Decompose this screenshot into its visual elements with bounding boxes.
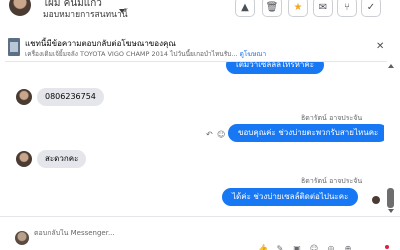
close-icon[interactable]: ✕ (376, 41, 384, 52)
reply-input[interactable] (34, 229, 234, 237)
seen-avatar (372, 196, 380, 204)
page-avatar (15, 231, 29, 245)
ad-thumbnail[interactable] (8, 38, 20, 56)
gif-icon[interactable]: ▣ (292, 244, 302, 250)
sender-name: ธิดารัตน์ อาจประจัน (301, 177, 363, 185)
view-ad-link[interactable]: ดูโฆษณา (240, 50, 267, 58)
mail-button[interactable]: ✉ (313, 0, 333, 17)
outgoing-message[interactable]: ขอบคุณค่ะ ช่วงบ่ายตะพวกรับสายไหนคะ (228, 124, 384, 142)
more-icon[interactable]: ⊕ (343, 244, 353, 250)
scroll-down-icon[interactable] (388, 209, 394, 213)
message-list[interactable]: เต็มวาเซลล์ล์ไทรหาคะ 0806236754 ธิดารัตน… (0, 62, 384, 214)
attachment-icon[interactable]: ✎ (275, 244, 285, 250)
warning-icon: ▲ (241, 1, 249, 13)
outgoing-message[interactable]: เต็มวาเซลล์ล์ไทรหาคะ (226, 62, 325, 74)
assign-conversation-label[interactable]: มอบหมายการสนทนานี้ (43, 7, 128, 21)
contact-avatar-small (16, 151, 32, 167)
conversation-header: ไผ่ม คนมีแกว มอบหมายการสนทนานี้ ▲ 🗑 ★ ✉ … (0, 0, 400, 30)
done-button[interactable]: ✓ (361, 0, 381, 17)
thumbs-up-icon[interactable]: 👍 (258, 244, 268, 250)
messenger-conversation: ไผ่ม คนมีแกว มอบหมายการสนทนานี้ ▲ 🗑 ★ ✉ … (0, 0, 400, 250)
composer-toolbar: 👍 ✎ ▣ ☺ ◎ ⊕ (258, 244, 353, 250)
message-composer: 👍 ✎ ▣ ☺ ◎ ⊕ (0, 216, 400, 250)
message-scrollbar[interactable] (384, 62, 400, 214)
tag-icon: ⑂ (344, 1, 350, 13)
incoming-message[interactable]: สะดวกคะ (37, 150, 87, 168)
delete-button[interactable]: 🗑 (262, 0, 282, 17)
chevron-down-icon[interactable] (119, 9, 125, 13)
contact-avatar[interactable] (9, 0, 31, 16)
outgoing-message[interactable]: ได้ค่ะ ช่วงบ่ายเซลล์ติดต่อไปนะคะ (222, 188, 359, 206)
emoji-icon[interactable]: ☺ (309, 244, 319, 250)
star-button[interactable]: ★ (288, 0, 308, 17)
notification-dot (385, 245, 389, 249)
ad-reply-banner: แชทนี้มีข้อความตอบกลับต่อโฆษณาของคุณ เคร… (5, 34, 387, 62)
emoji-react-icon[interactable]: ☺ (217, 130, 225, 139)
sender-name: ธิดารัตน์ อาจประจัน (301, 114, 363, 122)
reply-icon[interactable]: ↶ (206, 130, 213, 139)
alert-button[interactable]: ▲ (235, 0, 255, 17)
mail-icon: ✉ (318, 1, 328, 13)
label-button[interactable]: ⑂ (337, 0, 357, 17)
check-icon: ✓ (366, 1, 376, 13)
banner-subtitle: เครื่องเดิมเจ้ยิ้มจลัง TOYOTA VIGO CHAMP… (25, 49, 266, 59)
trash-icon: 🗑 (265, 1, 279, 13)
contact-avatar-small (16, 89, 32, 105)
star-icon: ★ (293, 1, 303, 13)
scrollbar-thumb[interactable] (387, 188, 394, 208)
ad-description: เครื่องเดิมเจ้ยิ้มจลัง TOYOTA VIGO CHAMP… (25, 50, 238, 58)
camera-icon[interactable]: ◎ (326, 244, 336, 250)
scroll-up-icon[interactable] (388, 64, 394, 68)
incoming-message[interactable]: 0806236754 (37, 88, 104, 106)
